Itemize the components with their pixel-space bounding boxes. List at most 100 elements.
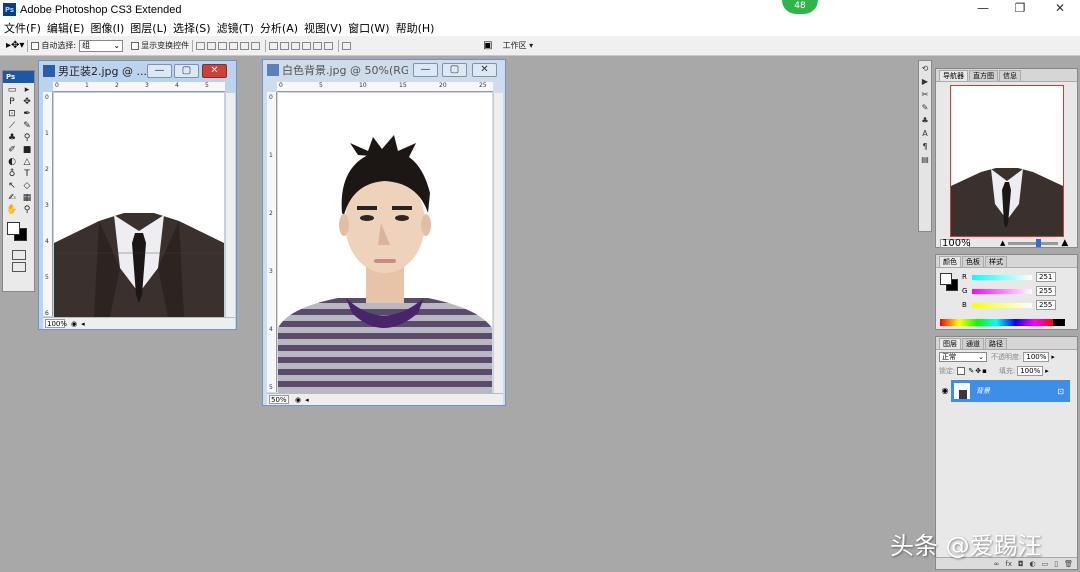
fill-field[interactable]: 100% <box>1017 366 1044 376</box>
menu-window[interactable]: 窗口(W) <box>348 20 389 36</box>
blue-slider[interactable] <box>972 302 1032 308</box>
camera-icon[interactable]: ▣ <box>483 40 492 51</box>
tool-button-0[interactable]: ▭ <box>5 85 19 96</box>
tool-button-9[interactable]: ⚲ <box>20 133 34 144</box>
tab-styles[interactable]: 样式 <box>985 256 1007 267</box>
menu-analysis[interactable]: 分析(A) <box>260 20 298 36</box>
tab-navigator[interactable]: 导航器 <box>939 70 968 81</box>
doc1-minimize-button[interactable]: — <box>147 64 172 78</box>
tab-color[interactable]: 颜色 <box>939 256 961 267</box>
doc1-title-bar[interactable]: 男正装2.jpg @ ... — ▢ ✕ <box>39 61 236 81</box>
opacity-field[interactable]: 100% <box>1023 352 1050 362</box>
doc1-vertical-scrollbar[interactable] <box>225 93 235 317</box>
auto-select-option[interactable]: 自动选择: <box>31 40 76 51</box>
green-value-field[interactable]: 255 <box>1036 286 1056 296</box>
tool-button-5[interactable]: ✒ <box>20 109 34 120</box>
auto-align-icon[interactable] <box>342 41 352 50</box>
tab-swatches[interactable]: 色板 <box>962 256 984 267</box>
tool-button-13[interactable]: △ <box>20 157 34 168</box>
tab-channels[interactable]: 通道 <box>962 338 984 349</box>
quick-mask-icon[interactable] <box>11 250 26 260</box>
lock-position-icon[interactable]: ✥ <box>975 367 981 375</box>
spectrum-black-swatch[interactable] <box>1053 319 1065 326</box>
color-swatches[interactable] <box>3 218 34 248</box>
menu-help[interactable]: 帮助(H) <box>396 20 435 36</box>
opacity-arrow-icon[interactable]: ▸ <box>1051 353 1055 361</box>
doc1-maximize-button[interactable]: ▢ <box>174 64 199 78</box>
doc2-maximize-button[interactable]: ▢ <box>442 63 467 77</box>
align-bottom-icon[interactable] <box>218 41 228 50</box>
brushes-icon[interactable]: ✎ <box>920 103 930 113</box>
show-transform-checkbox[interactable] <box>131 41 140 50</box>
foreground-color[interactable] <box>7 222 20 235</box>
info-icon[interactable]: ◉ <box>71 320 77 328</box>
menu-file[interactable]: 文件(F) <box>4 20 41 36</box>
zoom-out-icon[interactable]: ▲ <box>1000 239 1005 247</box>
scroll-left-icon[interactable]: ◂ <box>305 396 309 404</box>
doc1-close-button[interactable]: ✕ <box>202 64 227 78</box>
show-transform-option[interactable]: 显示变换控件 <box>131 40 189 51</box>
document-window-portrait[interactable]: 白色背景.jpg @ 50%(RG... — ▢ ✕ 0 5 10 15 20 … <box>262 59 506 406</box>
tool-button-19[interactable]: ▦ <box>20 193 34 204</box>
tab-info[interactable]: 信息 <box>999 70 1021 81</box>
actions-icon[interactable]: ▶ <box>920 77 930 87</box>
doc2-title-bar[interactable]: 白色背景.jpg @ 50%(RG... — ▢ ✕ <box>263 60 505 80</box>
menu-filter[interactable]: 滤镜(T) <box>217 20 254 36</box>
blue-value-field[interactable]: 255 <box>1036 300 1056 310</box>
layer-row-background[interactable]: ◉ 背景 ⊡ <box>939 380 1070 402</box>
tool-button-6[interactable]: ⟋ <box>5 121 19 132</box>
tool-button-20[interactable]: ✋ <box>5 205 19 216</box>
distribute-bottom-icon[interactable] <box>291 41 301 50</box>
clone-source-icon[interactable]: ♣ <box>920 116 930 126</box>
distribute-top-icon[interactable] <box>269 41 279 50</box>
color-foreground-swatch[interactable] <box>940 273 952 285</box>
blend-mode-dropdown[interactable]: 正常 ⌄ <box>939 352 987 362</box>
scroll-left-icon[interactable]: ◂ <box>81 320 85 328</box>
distribute-middle-icon[interactable] <box>280 41 290 50</box>
character-icon[interactable]: A <box>920 129 930 139</box>
tab-paths[interactable]: 路径 <box>985 338 1007 349</box>
tool-button-11[interactable]: ■ <box>20 145 34 156</box>
distribute-right-icon[interactable] <box>324 41 334 50</box>
workspace-button[interactable]: 工作区 ▾ <box>503 40 534 51</box>
zoom-slider-thumb[interactable] <box>1036 238 1042 247</box>
tab-histogram[interactable]: 直方图 <box>969 70 998 81</box>
distribute-left-icon[interactable] <box>302 41 312 50</box>
red-value-field[interactable]: 251 <box>1036 272 1056 282</box>
color-spectrum-bar[interactable] <box>940 319 1053 326</box>
menu-image[interactable]: 图像(I) <box>90 20 124 36</box>
menu-layer[interactable]: 图层(L) <box>130 20 167 36</box>
new-layer-icon[interactable]: ▯ <box>1054 560 1058 568</box>
distribute-center-icon[interactable] <box>313 41 323 50</box>
restore-button[interactable]: ❐ <box>1012 2 1028 16</box>
doc2-canvas-portrait-image[interactable] <box>278 93 492 393</box>
align-middle-icon[interactable] <box>207 41 217 50</box>
auto-select-checkbox[interactable] <box>31 41 40 50</box>
lock-transparent-icon[interactable] <box>957 367 966 375</box>
tool-button-8[interactable]: ♣ <box>5 133 19 144</box>
tool-button-17[interactable]: ◇ <box>20 181 34 192</box>
align-center-icon[interactable] <box>240 41 250 50</box>
paragraph-icon[interactable]: ¶ <box>920 142 930 152</box>
tool-button-4[interactable]: ⊡ <box>5 109 19 120</box>
eye-icon[interactable]: ◉ <box>939 380 951 402</box>
tool-button-15[interactable]: T <box>20 169 34 180</box>
lock-image-icon[interactable]: ✎ <box>968 367 974 375</box>
new-group-icon[interactable]: ▭ <box>1042 560 1049 568</box>
doc1-canvas-suit-image[interactable] <box>54 93 224 317</box>
tool-button-12[interactable]: ◐ <box>5 157 19 168</box>
layer-comps-icon[interactable]: ▤ <box>920 155 930 165</box>
screen-mode-icon[interactable] <box>11 262 26 272</box>
navigator-preview[interactable] <box>950 85 1064 237</box>
menu-view[interactable]: 视图(V) <box>304 20 342 36</box>
menu-select[interactable]: 选择(S) <box>173 20 211 36</box>
align-left-icon[interactable] <box>229 41 239 50</box>
green-slider[interactable] <box>972 288 1032 294</box>
align-right-icon[interactable] <box>251 41 261 50</box>
navigator-zoom-field[interactable]: 100% <box>940 238 971 248</box>
doc2-close-button[interactable]: ✕ <box>472 63 497 77</box>
tool-button-10[interactable]: ✐ <box>5 145 19 156</box>
tool-button-1[interactable]: ▸ <box>20 85 34 96</box>
tool-button-2[interactable]: P <box>5 97 19 108</box>
doc2-zoom-field[interactable]: 50% <box>269 395 289 404</box>
